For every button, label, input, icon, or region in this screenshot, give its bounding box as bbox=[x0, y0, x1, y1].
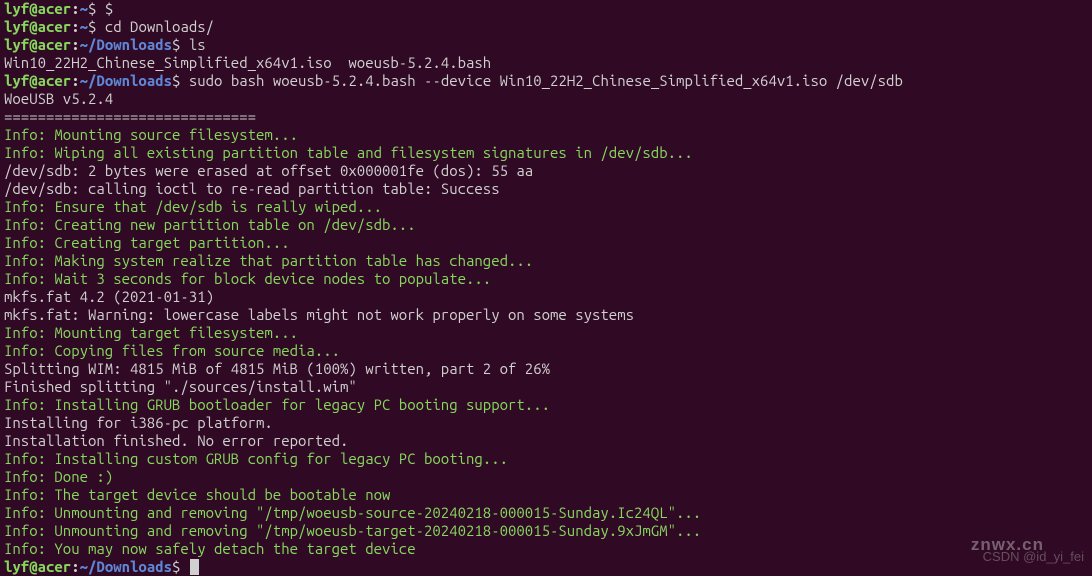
terminal-line: lyf@acer:~/Downloads$ ls bbox=[4, 36, 1088, 54]
prompt-at: @ bbox=[29, 0, 37, 17]
prompt-user: lyf bbox=[4, 72, 29, 89]
info-line: Info: Mounting target filesystem... bbox=[4, 324, 1088, 342]
command-text: ls bbox=[180, 36, 205, 53]
prompt-host: acer bbox=[38, 0, 72, 17]
command-text bbox=[180, 558, 188, 575]
terminal-line: lyf@acer:~$ cd Downloads/ bbox=[4, 18, 1088, 36]
info-line: Info: Making system realize that partiti… bbox=[4, 252, 1088, 270]
info-line: Info: The target device should be bootab… bbox=[4, 486, 1088, 504]
info-line: Info: You may now safely detach the targ… bbox=[4, 540, 1088, 558]
output-line: mkfs.fat 4.2 (2021-01-31) bbox=[4, 288, 1088, 306]
command-text: sudo bash woeusb-5.2.4.bash --device Win… bbox=[180, 72, 902, 89]
prompt-host: acer bbox=[38, 558, 72, 575]
prompt-at: @ bbox=[29, 18, 37, 35]
info-line: Info: Done :) bbox=[4, 468, 1088, 486]
info-line: Info: Copying files from source media... bbox=[4, 342, 1088, 360]
terminal-line: lyf@acer:~/Downloads$ sudo bash woeusb-5… bbox=[4, 72, 1088, 90]
prompt-colon: : bbox=[71, 0, 79, 17]
command-text: cd Downloads/ bbox=[96, 18, 214, 35]
output-line: /dev/sdb: 2 bytes were erased at offset … bbox=[4, 162, 1088, 180]
info-line: Info: Ensure that /dev/sdb is really wip… bbox=[4, 198, 1088, 216]
watermark-text: CSDN @id_yi_fei bbox=[983, 548, 1084, 566]
output-line: Installing for i386-pc platform. bbox=[4, 414, 1088, 432]
output-line: Win10_22H2_Chinese_Simplified_x64v1.iso … bbox=[4, 54, 1088, 72]
prompt-path: ~ bbox=[80, 18, 88, 35]
prompt-path: ~ bbox=[80, 0, 88, 17]
info-line: Info: Mounting source filesystem... bbox=[4, 126, 1088, 144]
prompt-colon: : bbox=[71, 558, 79, 575]
prompt-path: ~/Downloads bbox=[80, 36, 172, 53]
info-line: Info: Creating new partition table on /d… bbox=[4, 216, 1088, 234]
terminal-line: lyf@acer:~$ $ bbox=[4, 0, 1088, 18]
info-line: Info: Creating target partition... bbox=[4, 234, 1088, 252]
output-line: Splitting WIM: 4815 MiB of 4815 MiB (100… bbox=[4, 360, 1088, 378]
prompt-at: @ bbox=[29, 558, 37, 575]
info-line: Info: Installing GRUB bootloader for leg… bbox=[4, 396, 1088, 414]
prompt-colon: : bbox=[71, 18, 79, 35]
terminal-line: lyf@acer:~/Downloads$ bbox=[4, 558, 1088, 576]
prompt-user: lyf bbox=[4, 558, 29, 575]
prompt-user: lyf bbox=[4, 0, 29, 17]
output-line: /dev/sdb: calling ioctl to re-read parti… bbox=[4, 180, 1088, 198]
prompt-host: acer bbox=[38, 18, 72, 35]
prompt-user: lyf bbox=[4, 36, 29, 53]
prompt-at: @ bbox=[29, 72, 37, 89]
prompt-path: ~/Downloads bbox=[80, 72, 172, 89]
output-line: mkfs.fat: Warning: lowercase labels migh… bbox=[4, 306, 1088, 324]
prompt-host: acer bbox=[38, 72, 72, 89]
prompt-host: acer bbox=[38, 36, 72, 53]
output-line: ============================== bbox=[4, 108, 1088, 126]
prompt-at: @ bbox=[29, 36, 37, 53]
prompt-user: lyf bbox=[4, 18, 29, 35]
info-line: Info: Unmounting and removing "/tmp/woeu… bbox=[4, 504, 1088, 522]
output-line: Finished splitting "./sources/install.wi… bbox=[4, 378, 1088, 396]
command-text: $ bbox=[96, 0, 113, 17]
info-line: Info: Unmounting and removing "/tmp/woeu… bbox=[4, 522, 1088, 540]
prompt-colon: : bbox=[71, 36, 79, 53]
info-line: Info: Installing custom GRUB config for … bbox=[4, 450, 1088, 468]
terminal-output[interactable]: lyf@acer:~$ $lyf@acer:~$ cd Downloads/ly… bbox=[4, 0, 1088, 576]
prompt-path: ~/Downloads bbox=[80, 558, 172, 575]
prompt-colon: : bbox=[71, 72, 79, 89]
output-line: Installation finished. No error reported… bbox=[4, 432, 1088, 450]
output-line: WoeUSB v5.2.4 bbox=[4, 90, 1088, 108]
info-line: Info: Wait 3 seconds for block device no… bbox=[4, 270, 1088, 288]
info-line: Info: Wiping all existing partition tabl… bbox=[4, 144, 1088, 162]
cursor bbox=[190, 559, 199, 575]
